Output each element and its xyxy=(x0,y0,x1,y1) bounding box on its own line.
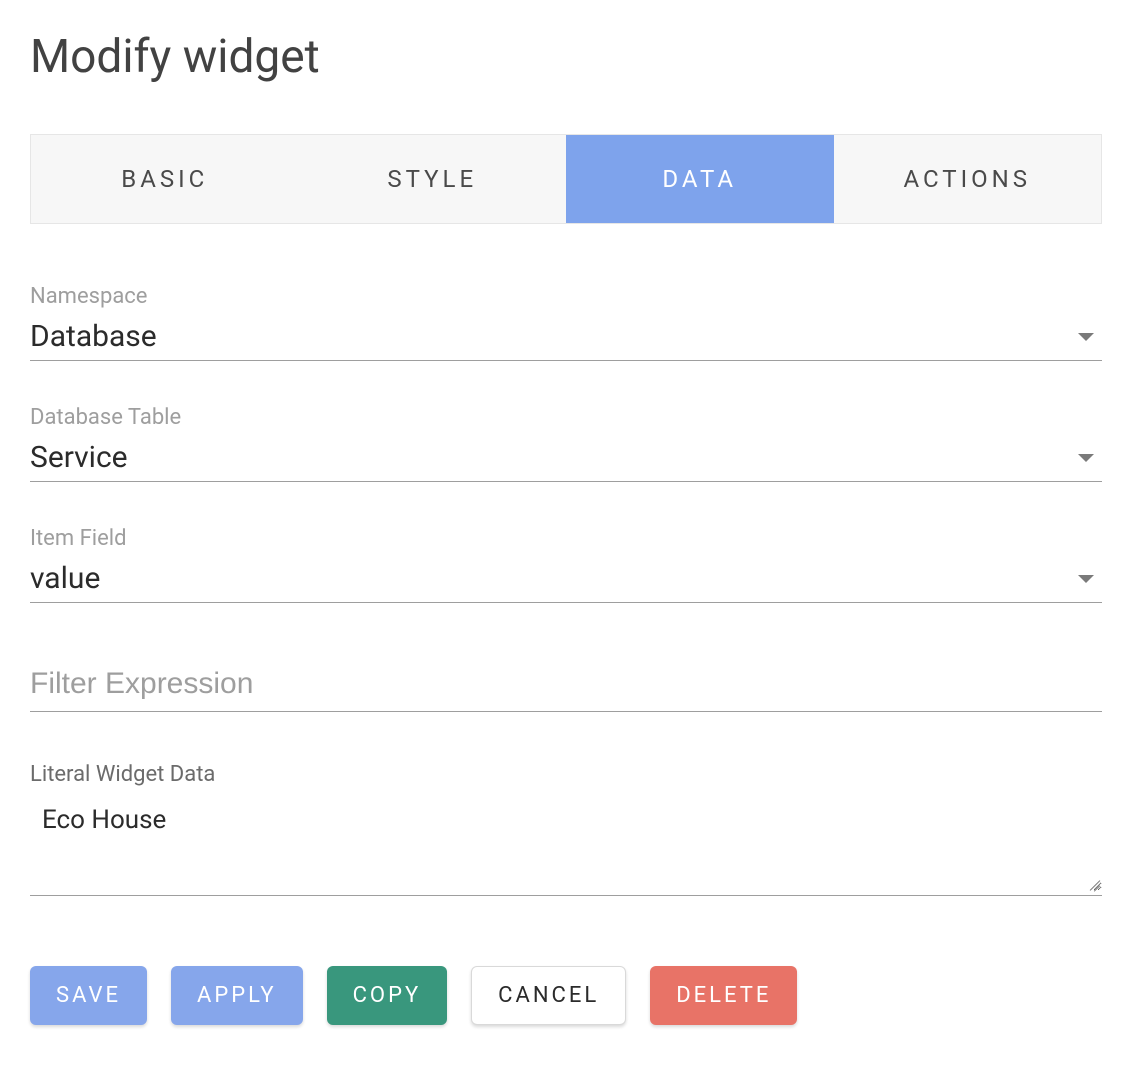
chevron-down-icon xyxy=(1078,333,1094,341)
button-row: SAVE APPLY COPY CANCEL DELETE xyxy=(30,966,1102,1025)
namespace-value: Database xyxy=(30,319,157,354)
chevron-down-icon xyxy=(1078,454,1094,462)
namespace-field: Namespace Database xyxy=(30,284,1102,361)
database-table-field: Database Table Service xyxy=(30,405,1102,482)
filter-expression-field xyxy=(30,663,1102,712)
namespace-label: Namespace xyxy=(30,284,1102,309)
item-field-label: Item Field xyxy=(30,526,1102,551)
literal-widget-data-textarea[interactable] xyxy=(30,801,1102,891)
chevron-down-icon xyxy=(1078,575,1094,583)
tab-actions[interactable]: ACTIONS xyxy=(834,135,1102,223)
cancel-button[interactable]: CANCEL xyxy=(471,966,626,1025)
tab-basic[interactable]: BASIC xyxy=(31,135,299,223)
literal-widget-data-field: Literal Widget Data xyxy=(30,762,1102,896)
database-table-value: Service xyxy=(30,440,128,475)
copy-button[interactable]: COPY xyxy=(327,966,448,1025)
delete-button[interactable]: DELETE xyxy=(650,966,797,1025)
namespace-select[interactable]: Database xyxy=(30,315,1102,361)
tab-data[interactable]: DATA xyxy=(566,135,834,223)
save-button[interactable]: SAVE xyxy=(30,966,147,1025)
tabs: BASIC STYLE DATA ACTIONS xyxy=(30,134,1102,224)
item-field-select[interactable]: value xyxy=(30,557,1102,603)
tab-style[interactable]: STYLE xyxy=(299,135,567,223)
literal-widget-data-label: Literal Widget Data xyxy=(30,762,1102,787)
page-title: Modify widget xyxy=(30,30,1102,84)
filter-expression-input[interactable] xyxy=(30,667,1102,701)
item-field-value: value xyxy=(30,561,100,596)
database-table-select[interactable]: Service xyxy=(30,436,1102,482)
item-field-field: Item Field value xyxy=(30,526,1102,603)
database-table-label: Database Table xyxy=(30,405,1102,430)
apply-button[interactable]: APPLY xyxy=(171,966,303,1025)
